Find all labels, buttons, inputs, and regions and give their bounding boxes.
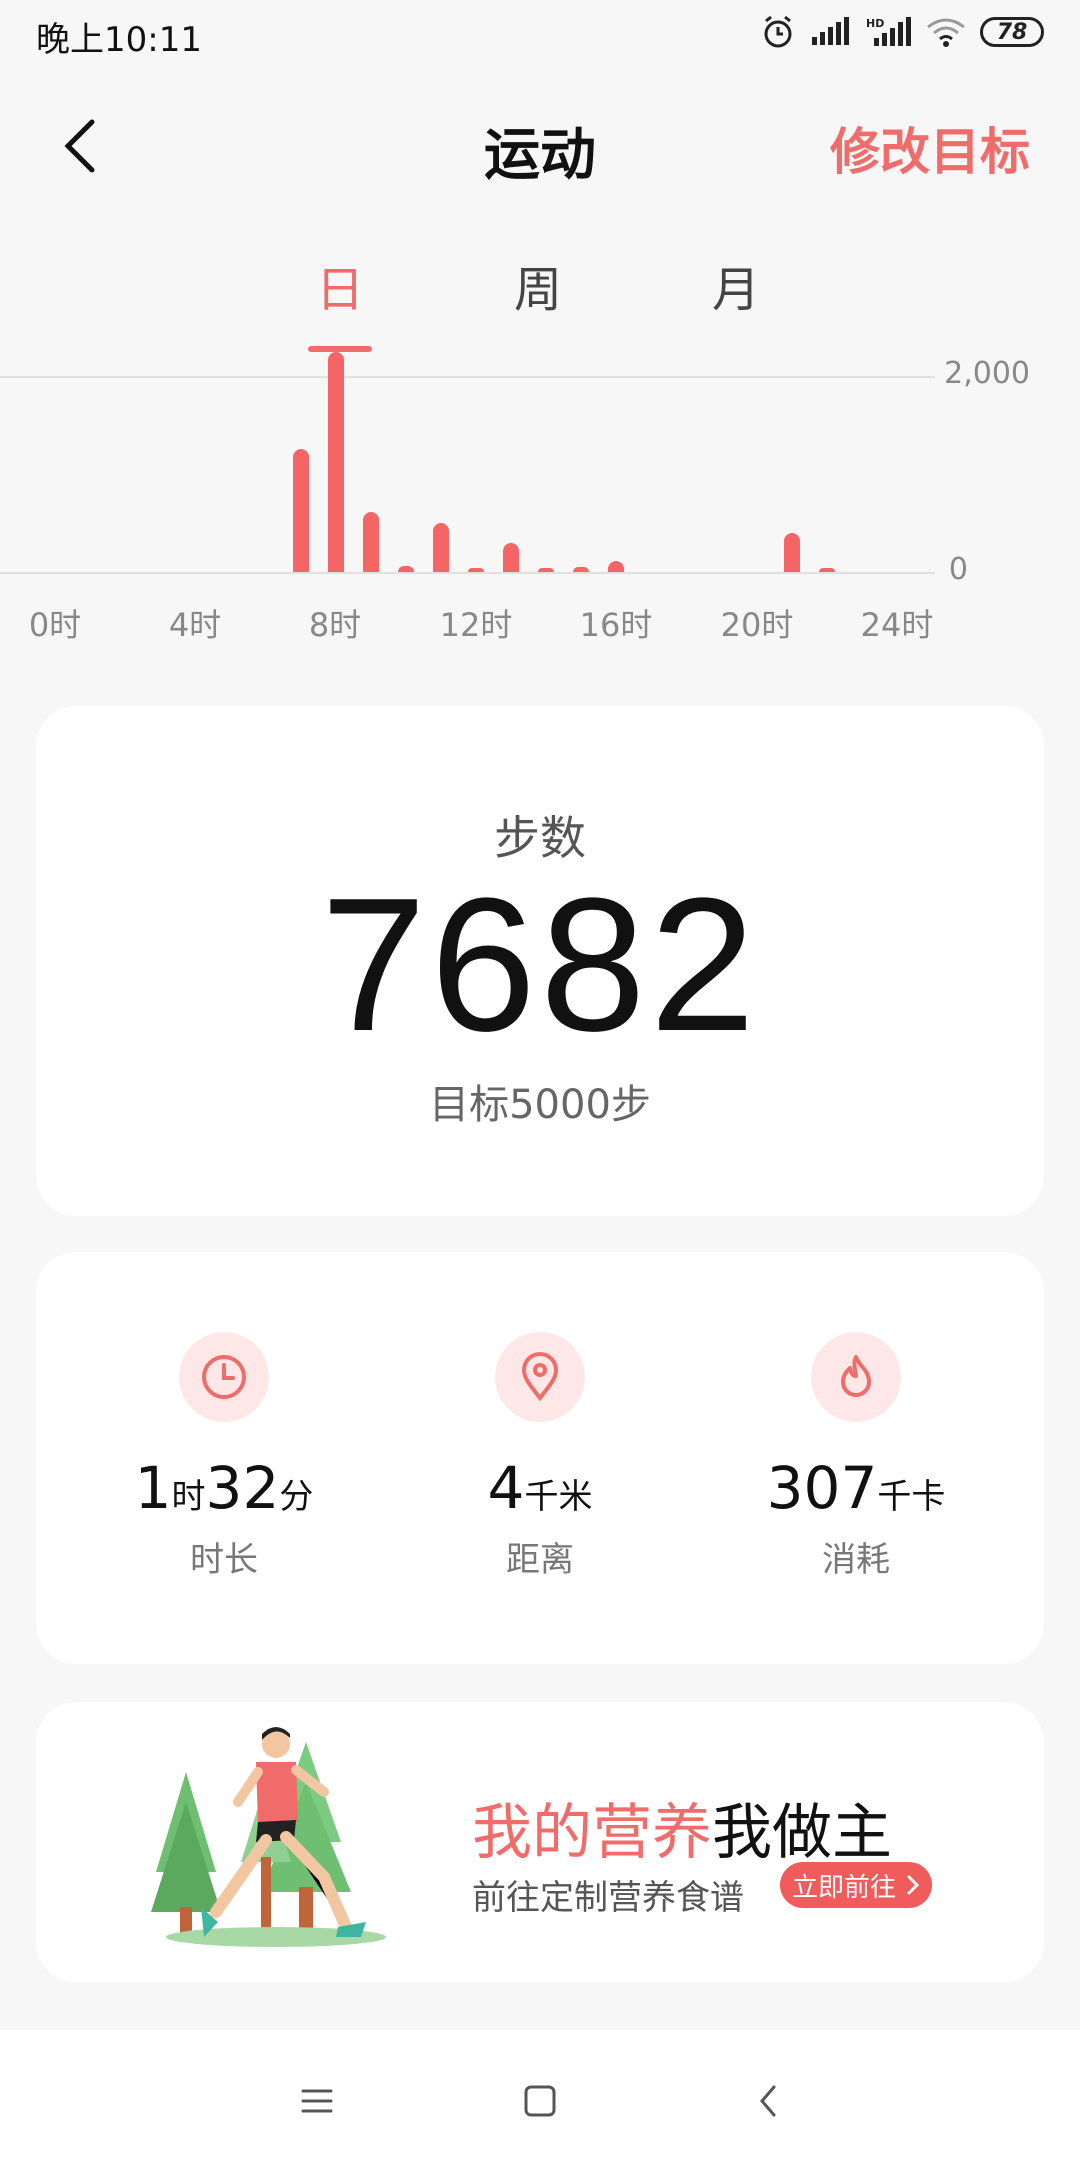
stat-icon-wrap <box>495 1332 585 1422</box>
x-tick-label: 16时 <box>579 606 653 644</box>
signal-icon <box>812 17 849 45</box>
x-tick-label: 0时 <box>28 606 82 644</box>
y-tick-label: 0 <box>948 552 968 587</box>
promo-title: 我的营养我做主 <box>472 1798 892 1868</box>
signal-hd-icon: HD <box>866 17 911 46</box>
status-bar: 晚上10:11 HD 78 <box>0 0 1080 70</box>
chart-bar <box>397 566 414 572</box>
stat-distance-label: 距离 <box>506 1540 574 1580</box>
hourly-steps-chart: 2,000 0 <box>0 340 1080 640</box>
clock-icon <box>202 1355 246 1399</box>
stat-icon-wrap <box>811 1332 901 1422</box>
tab-week[interactable]: 周 <box>478 250 598 320</box>
alarm-icon <box>764 15 792 48</box>
x-tick-label: 4时 <box>168 606 222 644</box>
chart-bar <box>432 523 449 572</box>
tab-day[interactable]: 日 <box>280 250 400 320</box>
chevron-left-icon <box>760 2085 776 2117</box>
edit-goal-button[interactable]: 修改目标 <box>830 112 1030 184</box>
stat-distance: 4千米 距离 <box>400 1332 680 1581</box>
chart-bar <box>468 568 484 572</box>
svg-text:HD: HD <box>866 17 884 30</box>
go-now-label: 立即前往 <box>791 1872 896 1903</box>
stat-calories: 307千卡 消耗 <box>716 1332 996 1581</box>
nav-menu-button[interactable] <box>282 2066 352 2136</box>
status-icons: HD 78 <box>760 14 1044 50</box>
chart-bar <box>362 512 379 572</box>
stat-duration-label: 时长 <box>190 1540 258 1580</box>
promo-subtitle: 前往定制营养食谱 <box>472 1878 744 1918</box>
x-axis-labels: 0时 4时 8时 12时 16时 20时 24时 <box>0 600 1080 644</box>
nav-home-button[interactable] <box>505 2066 575 2136</box>
chart-gridline-top <box>0 376 935 378</box>
stat-duration-value: 1时32分 <box>134 1454 314 1522</box>
status-time: 晚上10:11 <box>36 20 202 60</box>
x-tick-label: 8时 <box>308 606 362 644</box>
menu-icon <box>301 2089 333 2113</box>
x-tick-label: 24时 <box>860 606 934 644</box>
location-pin-icon <box>521 1352 559 1402</box>
top-bar: 运动 修改目标 <box>0 100 1080 190</box>
system-nav-bar <box>0 2030 1080 2160</box>
stat-icon-wrap <box>179 1332 269 1422</box>
y-tick-label: 2,000 <box>944 356 1030 391</box>
stat-calories-label: 消耗 <box>822 1540 890 1580</box>
chart-bar <box>327 351 344 572</box>
nutrition-promo-card[interactable]: 我的营养我做主 前往定制营养食谱 立即前往 <box>36 1702 1044 1982</box>
wifi-icon <box>927 18 965 47</box>
steps-card[interactable]: 步数 7682 目标5000步 <box>36 706 1044 1216</box>
home-square-icon <box>524 2085 556 2117</box>
chart-bar <box>573 567 590 572</box>
chart-bar <box>818 568 835 572</box>
stat-duration: 1时32分 时长 <box>84 1332 364 1581</box>
runner-illustration <box>151 1727 386 1947</box>
tab-month[interactable]: 月 <box>676 250 796 320</box>
activity-stats-card: 1时32分 时长 4千米 距离 307千卡 消耗 <box>36 1252 1044 1664</box>
x-tick-label: 20时 <box>720 606 794 644</box>
x-tick-label: 12时 <box>439 606 513 644</box>
chart-bar <box>783 532 800 572</box>
chart-bar <box>538 568 555 572</box>
go-now-button[interactable]: 立即前往 <box>780 1862 932 1908</box>
chart-bar <box>608 561 625 572</box>
chart-bar <box>292 448 309 572</box>
flame-icon <box>841 1355 871 1397</box>
steps-value: 7682 <box>320 859 760 1071</box>
stat-distance-value: 4千米 <box>487 1454 593 1522</box>
chart-bar <box>503 542 520 572</box>
chart-baseline <box>0 572 935 574</box>
stat-calories-value: 307千卡 <box>766 1454 946 1522</box>
nav-back-button[interactable] <box>733 2066 803 2136</box>
steps-goal: 目标5000步 <box>429 1082 651 1128</box>
battery-indicator: 78 <box>980 17 1044 47</box>
chevron-right-icon <box>907 1875 920 1895</box>
